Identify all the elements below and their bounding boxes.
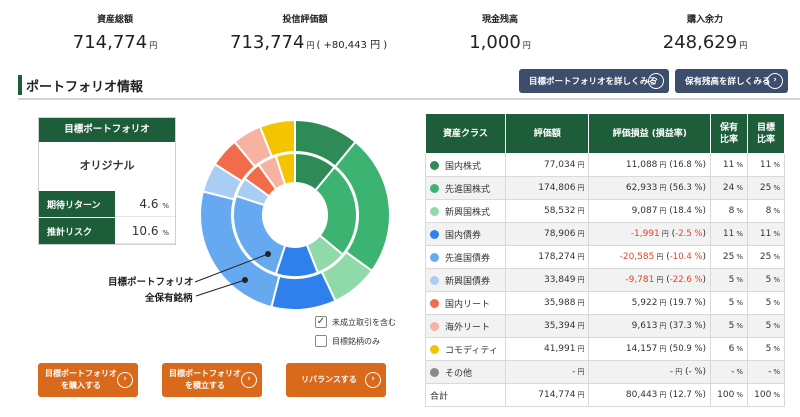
- summary-cash: 現金残高 1,000 円: [460, 12, 540, 53]
- expected-return-value: 4.6: [139, 197, 159, 211]
- target-only-checkbox[interactable]: 目標銘柄のみ: [315, 335, 380, 347]
- col-holding-ratio: 保有 比率: [710, 113, 748, 154]
- target-portfolio-name: オリジナル: [79, 159, 135, 172]
- legend-dot: [430, 367, 439, 377]
- table-row: 新興国債券 33,849 円 -9,781 円 (-22.6 %) 5% 5%: [425, 268, 786, 292]
- summary-value: 714,774 円: [72, 32, 158, 53]
- reserve-target-portfolio-button[interactable]: 目標ポートフォリオ を積立する ›: [162, 363, 262, 397]
- target-portfolio-card: 目標ポートフォリオ オリジナル 期待リターン 4.6 % 推計リスク 10.6 …: [38, 117, 176, 245]
- include-pending-checkbox[interactable]: ✓ 未成立取引を含む: [315, 316, 396, 328]
- expected-return-row: 期待リターン 4.6 %: [39, 190, 175, 217]
- table-row: 国内債券 78,906 円 -1,991 円 (-2.5 %) 11% 11%: [425, 222, 786, 246]
- table-row: コモディティ 41,991 円 14,157 円 (50.9 %) 6% 5%: [425, 337, 786, 361]
- outer-ring-label: 全保有銘柄: [145, 293, 193, 304]
- portfolio-donut-chart: [198, 118, 391, 311]
- asset-class-table: 資産クラス 評価額 評価損益 (損益率) 保有 比率 目標 比率 国内株式 77,…: [425, 113, 786, 407]
- chevron-right-icon: ›: [365, 372, 381, 388]
- legend-dot: [430, 206, 439, 216]
- table-total-row: 合計 714,774 円 80,443 円 (12.7 %) 100% 100%: [425, 383, 786, 407]
- table-row: その他 - 円 - 円 (- %) -% -%: [425, 360, 786, 384]
- chevron-right-icon: ›: [767, 73, 783, 89]
- summary-value: 1,000 円: [469, 32, 531, 53]
- account-summary: 資産総額 714,774 円 投信評価額 713,774 円( +80,443 円 …: [0, 0, 800, 64]
- col-target-ratio: 目標 比率: [746, 113, 786, 154]
- legend-dot: [430, 252, 439, 262]
- target-portfolio-detail-button[interactable]: 目標ポートフォリオを詳しくみる ›: [519, 69, 669, 93]
- legend-dot: [430, 275, 439, 285]
- col-asset-class: 資産クラス: [425, 113, 506, 154]
- summary-buying-power: 購入余力 248,629 円: [650, 12, 760, 53]
- summary-label: 投信評価額: [282, 15, 328, 25]
- col-profit-loss: 評価損益 (損益率): [588, 113, 712, 154]
- chevron-right-icon: ›: [241, 372, 257, 388]
- section-divider: [18, 98, 800, 100]
- legend-dot: [430, 160, 439, 170]
- table-row: 海外リート 35,394 円 9,613 円 (37.3 %) 5% 5%: [425, 314, 786, 338]
- legend-dot: [430, 298, 439, 308]
- legend-dot: [430, 229, 439, 239]
- summary-total-assets: 資産総額 714,774 円: [60, 12, 170, 53]
- checkbox-checked-icon: ✓: [315, 316, 327, 328]
- legend-dot: [430, 183, 439, 193]
- estimated-risk-row: 推計リスク 10.6 %: [39, 217, 175, 244]
- section-accent: [18, 75, 22, 95]
- table-row: 国内リート 35,988 円 5,922 円 (19.7 %) 5% 5%: [425, 291, 786, 315]
- chevron-right-icon: ›: [648, 73, 664, 89]
- table-header-row: 資産クラス 評価額 評価損益 (損益率) 保有 比率 目標 比率: [425, 113, 786, 154]
- col-valuation: 評価額: [504, 113, 590, 154]
- estimated-risk-value: 10.6: [131, 224, 159, 238]
- legend-dot: [430, 344, 439, 354]
- summary-label: 購入余力: [686, 15, 723, 25]
- summary-value: 713,774 円( +80,443 円 ): [230, 32, 388, 53]
- inner-ring-label: 目標ポートフォリオ: [108, 277, 194, 288]
- legend-dot: [430, 321, 439, 331]
- buy-target-portfolio-button[interactable]: 目標ポートフォリオ を購入する ›: [38, 363, 138, 397]
- table-row: 国内株式 77,034 円 11,088 円 (16.8 %) 11% 11%: [425, 153, 786, 177]
- table-row: 新興国株式 58,532 円 9,087 円 (18.4 %) 8% 8%: [425, 199, 786, 223]
- chevron-right-icon: ›: [117, 372, 133, 388]
- section-title: ポートフォリオ情報: [26, 80, 144, 95]
- checkbox-icon: [315, 335, 327, 347]
- table-row: 先進国債券 178,274 円 -20,585 円 (-10.4 %) 25% 25%: [425, 245, 786, 269]
- holdings-detail-button[interactable]: 保有残高を詳しくみる ›: [675, 69, 788, 93]
- target-portfolio-header: 目標ポートフォリオ: [39, 118, 175, 142]
- summary-label: 現金残高: [481, 15, 518, 25]
- table-row: 先進国株式 174,806 円 62,933 円 (56.3 %) 24% 25%: [425, 176, 786, 200]
- rebalance-button[interactable]: リバランスする ›: [286, 363, 386, 397]
- summary-fund-value: 投信評価額 713,774 円( +80,443 円 ): [230, 12, 388, 53]
- summary-value: 248,629 円: [662, 32, 748, 53]
- summary-label: 資産総額: [96, 15, 133, 25]
